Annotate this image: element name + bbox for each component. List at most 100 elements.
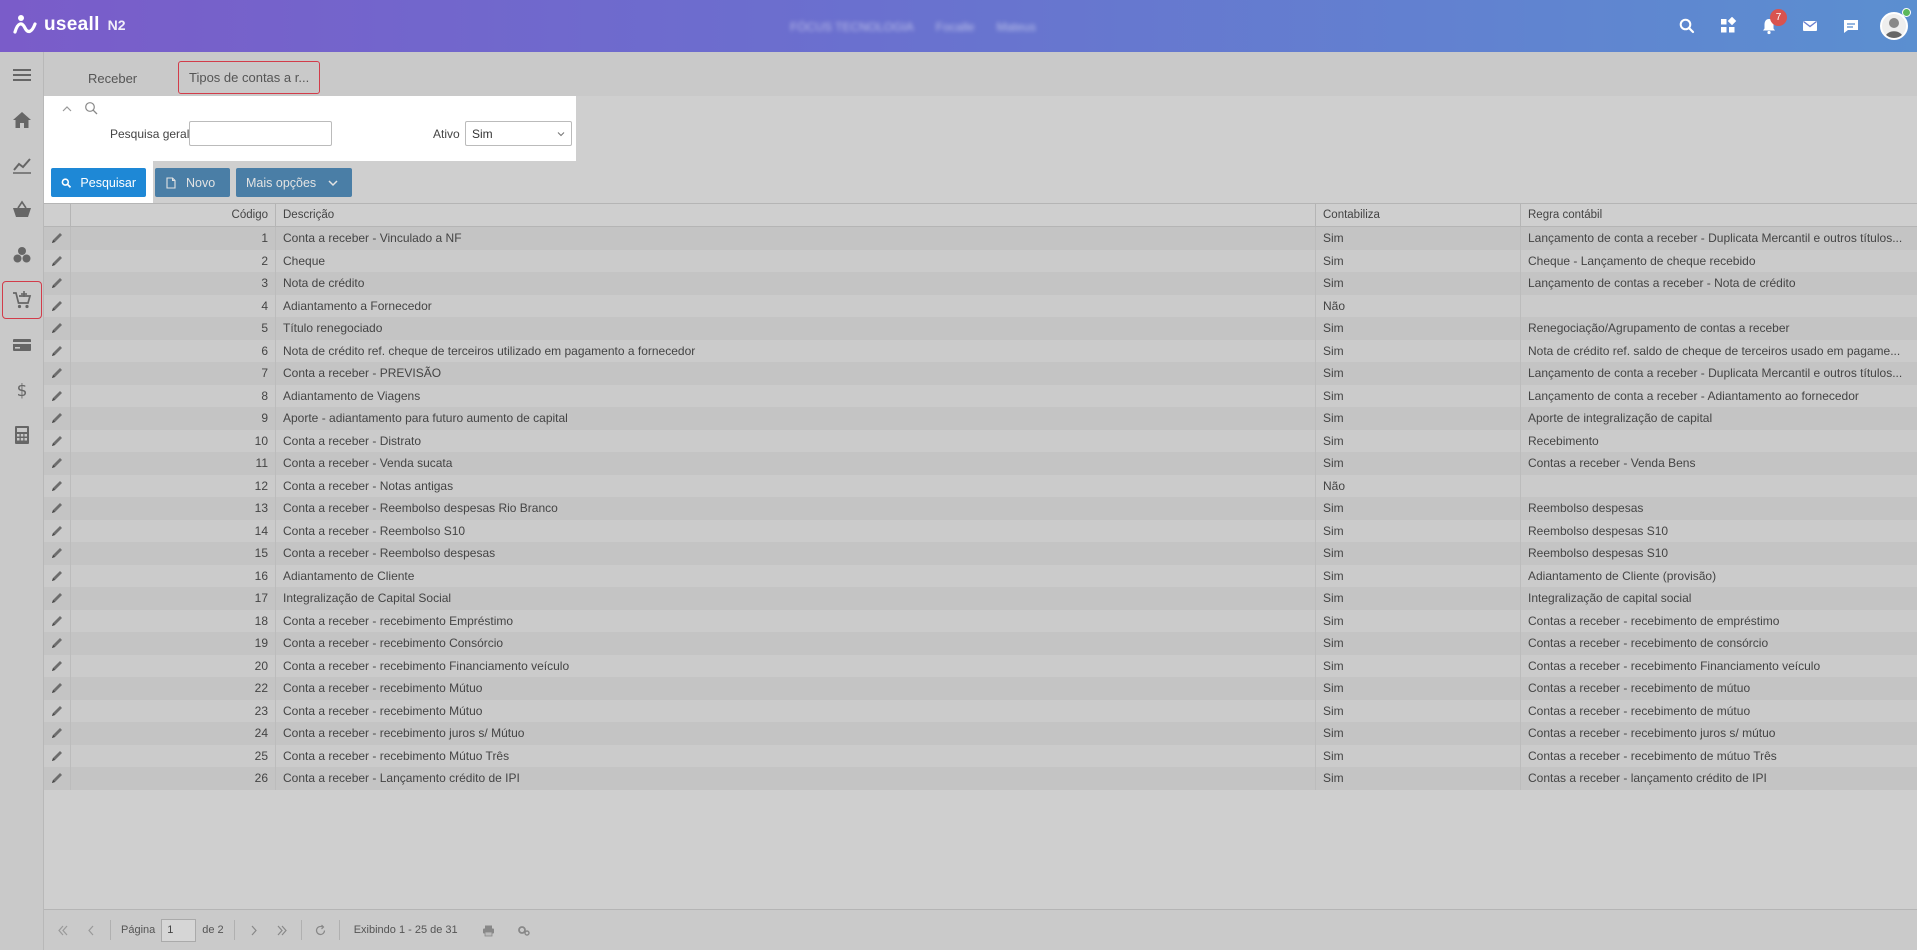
edit-row-button[interactable]: [44, 384, 71, 407]
edit-row-button[interactable]: [44, 677, 71, 700]
edit-row-button[interactable]: [44, 249, 71, 272]
table-row[interactable]: 24 Conta a receber - recebimento juros s/…: [44, 722, 1917, 745]
edit-row-button[interactable]: [44, 744, 71, 767]
edit-row-button[interactable]: [44, 429, 71, 452]
header-descricao[interactable]: Descrição: [276, 204, 1316, 226]
edit-row-button[interactable]: [44, 339, 71, 362]
header-search-button[interactable]: [1666, 0, 1707, 52]
edit-row-button[interactable]: [44, 587, 71, 610]
chevron-up-icon[interactable]: [62, 104, 72, 114]
table-row[interactable]: 13 Conta a receber - Reembolso despesas R…: [44, 497, 1917, 520]
edit-row-button[interactable]: [44, 767, 71, 790]
table-row[interactable]: 10 Conta a receber - Distrato Sim Recebimen…: [44, 429, 1917, 452]
novo-button[interactable]: Novo: [155, 168, 230, 197]
credit-card-icon: [13, 338, 31, 351]
edit-row-button[interactable]: [44, 609, 71, 632]
edit-row-button[interactable]: [44, 519, 71, 542]
sidebar-item-receivables[interactable]: [0, 277, 44, 322]
table-row[interactable]: 6 Nota de crédito ref. cheque de terceiro…: [44, 339, 1917, 362]
edit-row-button[interactable]: [44, 564, 71, 587]
header-regra-contabil[interactable]: Regra contábil: [1521, 204, 1917, 226]
general-search-input[interactable]: [189, 121, 332, 146]
sidebar-menu-toggle[interactable]: [0, 52, 44, 97]
edit-row-button[interactable]: [44, 699, 71, 722]
edit-row-button[interactable]: [44, 474, 71, 497]
cell-descricao: Conta a receber - recebimento Mútuo: [276, 699, 1316, 722]
sidebar-item-sales[interactable]: [0, 187, 44, 232]
edit-row-button[interactable]: [44, 362, 71, 385]
table-row[interactable]: 17 Integralização de Capital Social Sim Int…: [44, 587, 1917, 610]
table-row[interactable]: 22 Conta a receber - recebimento Mútuo Sim…: [44, 677, 1917, 700]
sidebar-item-stock[interactable]: [0, 232, 44, 277]
table-row[interactable]: 3 Nota de crédito Sim Lançamento de contas …: [44, 272, 1917, 295]
table-row[interactable]: 8 Adiantamento de Viagens Sim Lançamento de…: [44, 384, 1917, 407]
table-row[interactable]: 14 Conta a receber - Reembolso S10 Sim Reem…: [44, 519, 1917, 542]
edit-row-button[interactable]: [44, 294, 71, 317]
header-user-menu[interactable]: [1871, 0, 1917, 52]
page-number-input[interactable]: 1: [161, 918, 197, 942]
print-button[interactable]: [474, 918, 503, 942]
table-row[interactable]: 2 Cheque Sim Cheque - Lançamento de cheque …: [44, 249, 1917, 272]
edit-row-button[interactable]: [44, 407, 71, 430]
grid-settings-button[interactable]: [509, 918, 538, 942]
ativo-select[interactable]: Sim: [465, 121, 572, 146]
sidebar: $: [0, 52, 44, 950]
edit-row-button[interactable]: [44, 722, 71, 745]
prev-page-button[interactable]: [77, 918, 106, 942]
header-apps-button[interactable]: [1707, 0, 1748, 52]
cell-codigo: 18: [71, 609, 276, 632]
edit-row-button[interactable]: [44, 497, 71, 520]
header-mail-button[interactable]: [1789, 0, 1830, 52]
cell-codigo: 7: [71, 362, 276, 385]
table-row[interactable]: 11 Conta a receber - Venda sucata Sim Conta…: [44, 452, 1917, 475]
table-row[interactable]: 5 Título renegociado Sim Renegociação/Agrup…: [44, 317, 1917, 340]
table-row[interactable]: 1 Conta a receber - Vinculado a NF Sim Lanç…: [44, 227, 1917, 250]
edit-row-button[interactable]: [44, 272, 71, 295]
sidebar-item-home[interactable]: [0, 97, 44, 142]
edit-row-button[interactable]: [44, 654, 71, 677]
header-chat-button[interactable]: [1830, 0, 1871, 52]
cell-contabiliza: Sim: [1316, 609, 1521, 632]
table-row[interactable]: 9 Aporte - adiantamento para futuro aumen…: [44, 407, 1917, 430]
sidebar-item-dashboard[interactable]: [0, 142, 44, 187]
header-codigo[interactable]: Código: [71, 204, 276, 226]
logo-sub: N2: [107, 17, 126, 33]
cell-contabiliza: Sim: [1316, 272, 1521, 295]
first-page-button[interactable]: [48, 918, 77, 942]
refresh-button[interactable]: [306, 918, 335, 942]
table-row[interactable]: 26 Conta a receber - Lançamento crédito d…: [44, 767, 1917, 790]
sidebar-item-payments[interactable]: [0, 322, 44, 367]
mail-icon: [1802, 20, 1817, 31]
mais-opcoes-button[interactable]: Mais opções: [236, 168, 352, 197]
tab-tipos-contas[interactable]: Tipos de contas a r...: [178, 61, 321, 94]
last-page-button[interactable]: [268, 918, 297, 942]
pencil-icon: [52, 593, 62, 604]
table-row[interactable]: 4 Adiantamento a Fornecedor Não: [44, 294, 1917, 317]
grid-body: 1 Conta a receber - Vinculado a NF Sim Lanç…: [44, 227, 1917, 790]
table-row[interactable]: 7 Conta a receber - PREVISÃO Sim Lançamento…: [44, 362, 1917, 385]
edit-row-button[interactable]: [44, 452, 71, 475]
cell-codigo: 16: [71, 564, 276, 587]
calculator-icon: [15, 425, 29, 444]
table-row[interactable]: 25 Conta a receber - recebimento Mútuo Tr…: [44, 744, 1917, 767]
pesquisar-button[interactable]: Pesquisar: [51, 168, 146, 197]
edit-row-button[interactable]: [44, 542, 71, 565]
app-logo[interactable]: useall N2: [12, 12, 126, 38]
table-row[interactable]: 18 Conta a receber - recebimento Emprésti…: [44, 609, 1917, 632]
next-page-button[interactable]: [239, 918, 268, 942]
sidebar-item-finance[interactable]: $: [0, 367, 44, 412]
cell-descricao: Conta a receber - recebimento Mútuo: [276, 677, 1316, 700]
sidebar-item-accounting[interactable]: [0, 412, 44, 457]
table-row[interactable]: 19 Conta a receber - recebimento Consórci…: [44, 632, 1917, 655]
table-row[interactable]: 12 Conta a receber - Notas antigas Não: [44, 474, 1917, 497]
table-row[interactable]: 23 Conta a receber - recebimento Mútuo Sim…: [44, 699, 1917, 722]
edit-row-button[interactable]: [44, 317, 71, 340]
header-contabiliza[interactable]: Contabiliza: [1316, 204, 1521, 226]
table-row[interactable]: 20 Conta a receber - recebimento Financia…: [44, 654, 1917, 677]
tab-receber[interactable]: Receber: [78, 62, 147, 96]
header-notifications-button[interactable]: 7: [1748, 0, 1789, 52]
edit-row-button[interactable]: [44, 227, 71, 250]
edit-row-button[interactable]: [44, 632, 71, 655]
table-row[interactable]: 15 Conta a receber - Reembolso despesas Si…: [44, 542, 1917, 565]
table-row[interactable]: 16 Adiantamento de Cliente Sim Adiantamento…: [44, 564, 1917, 587]
